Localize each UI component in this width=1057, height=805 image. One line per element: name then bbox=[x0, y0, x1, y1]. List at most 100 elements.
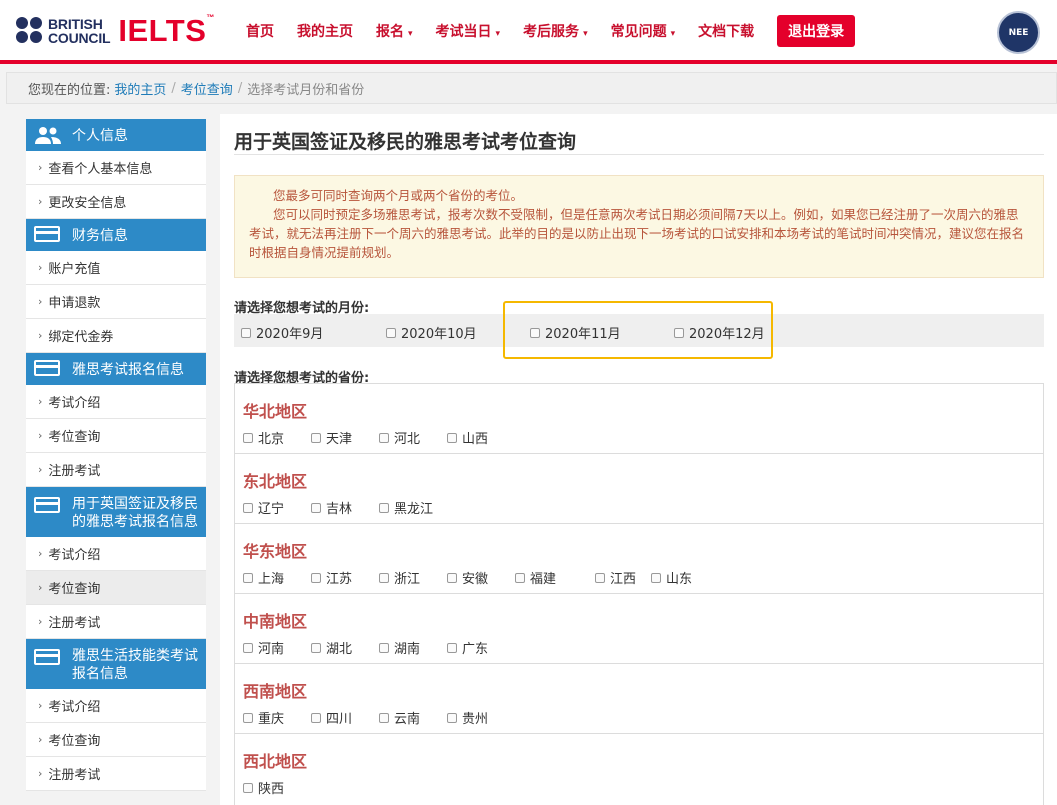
sidebar-section-header[interactable]: 用于英国签证及移民的雅思考试报名信息 bbox=[26, 487, 206, 537]
nav-item[interactable]: 首页 bbox=[246, 21, 274, 41]
province-option[interactable]: 重庆 bbox=[243, 708, 284, 727]
caret-down-icon: ▾ bbox=[583, 29, 588, 39]
caret-down-icon: ▾ bbox=[408, 29, 413, 39]
checkbox[interactable] bbox=[651, 572, 661, 583]
checkbox[interactable] bbox=[241, 327, 251, 338]
checkbox[interactable] bbox=[243, 572, 253, 583]
province-option[interactable]: 黑龙江 bbox=[379, 498, 433, 517]
checkbox[interactable] bbox=[595, 572, 605, 583]
nav-item[interactable]: 文档下载 bbox=[698, 21, 754, 41]
sidebar-item[interactable]: › 绑定代金券 bbox=[26, 319, 206, 353]
month-option[interactable]: 2020年10月 bbox=[386, 323, 477, 342]
sidebar-item-label: 注册考试 bbox=[48, 616, 101, 631]
checkbox[interactable] bbox=[243, 712, 253, 723]
checkbox[interactable] bbox=[447, 572, 457, 583]
caret-down-icon: ▾ bbox=[495, 29, 501, 39]
checkbox[interactable] bbox=[243, 432, 253, 443]
main-nav: 首页 我的主页 报名 ▾ 考试当日 ▾ 考后服务 ▾ 常见问题 ▾ 文档下载 退出登录 bbox=[246, 15, 856, 47]
region-group: 东北地区 辽宁 吉林 黑龙江 bbox=[235, 454, 1043, 524]
breadcrumb-link-home[interactable]: 我的主页 bbox=[114, 79, 166, 98]
province-option[interactable]: 湖北 bbox=[311, 638, 352, 657]
sidebar-item[interactable]: › 考位查询 bbox=[26, 419, 206, 453]
checkbox[interactable] bbox=[515, 572, 525, 583]
nav-item[interactable]: 我的主页 bbox=[297, 21, 353, 41]
province-option[interactable]: 广东 bbox=[447, 638, 488, 657]
breadcrumb-link-seat-query[interactable]: 考位查询 bbox=[181, 79, 233, 98]
province-option[interactable]: 北京 bbox=[243, 428, 284, 447]
checkbox[interactable] bbox=[386, 327, 396, 338]
sidebar-item[interactable]: › 注册考试 bbox=[26, 757, 206, 791]
sidebar-section-header[interactable]: 个人信息 bbox=[26, 119, 206, 151]
sidebar-item[interactable]: › 考位查询 bbox=[26, 723, 206, 757]
province-label: 安徽 bbox=[462, 572, 489, 587]
checkbox[interactable] bbox=[311, 712, 321, 723]
card-icon bbox=[34, 497, 62, 515]
checkbox[interactable] bbox=[379, 712, 389, 723]
sidebar-item[interactable]: › 查看个人基本信息 bbox=[26, 151, 206, 185]
sidebar-item[interactable]: › 注册考试 bbox=[26, 453, 206, 487]
sidebar-item-label: 申请退款 bbox=[48, 296, 101, 311]
sidebar-item[interactable]: › 更改安全信息 bbox=[26, 185, 206, 219]
checkbox[interactable] bbox=[447, 712, 457, 723]
province-option[interactable]: 河北 bbox=[379, 428, 420, 447]
checkbox[interactable] bbox=[243, 782, 253, 793]
checkbox[interactable] bbox=[311, 642, 321, 653]
province-option[interactable]: 湖南 bbox=[379, 638, 420, 657]
sidebar-item[interactable]: › 考试介绍 bbox=[26, 537, 206, 571]
sidebar-item[interactable]: › 考位查询 bbox=[26, 571, 206, 605]
chevron-right-icon: › bbox=[38, 161, 43, 174]
sidebar-item-label: 绑定代金券 bbox=[48, 330, 114, 345]
checkbox[interactable] bbox=[311, 502, 321, 513]
province-label: 浙江 bbox=[394, 572, 421, 587]
checkbox[interactable] bbox=[379, 432, 389, 443]
checkbox[interactable] bbox=[311, 432, 321, 443]
checkbox[interactable] bbox=[243, 642, 253, 653]
province-option[interactable]: 江苏 bbox=[311, 568, 352, 587]
site-logo[interactable]: BRITISH COUNCIL IELTS™ bbox=[16, 13, 215, 48]
checkbox[interactable] bbox=[447, 642, 457, 653]
nav-item[interactable]: 报名 ▾ bbox=[376, 21, 413, 41]
province-option[interactable]: 吉林 bbox=[311, 498, 352, 517]
nav-item-label: 报名 bbox=[376, 24, 404, 40]
sidebar-section-header[interactable]: 财务信息 bbox=[26, 219, 206, 251]
chevron-right-icon: › bbox=[38, 547, 43, 560]
checkbox[interactable] bbox=[311, 572, 321, 583]
sidebar-item[interactable]: › 注册考试 bbox=[26, 605, 206, 639]
chevron-right-icon: › bbox=[38, 581, 43, 594]
checkbox[interactable] bbox=[379, 502, 389, 513]
chevron-right-icon: › bbox=[38, 615, 43, 628]
checkbox[interactable] bbox=[447, 432, 457, 443]
province-option[interactable]: 辽宁 bbox=[243, 498, 284, 517]
sidebar-section-header[interactable]: 雅思生活技能类考试报名信息 bbox=[26, 639, 206, 689]
checkbox[interactable] bbox=[379, 572, 389, 583]
province-option[interactable]: 河南 bbox=[243, 638, 284, 657]
nav-item[interactable]: 常见问题 ▾ bbox=[611, 21, 676, 41]
province-option[interactable]: 天津 bbox=[311, 428, 352, 447]
checkbox[interactable] bbox=[243, 502, 253, 513]
nav-item[interactable]: 考后服务 ▾ bbox=[523, 21, 588, 41]
province-label: 北京 bbox=[258, 432, 285, 447]
chevron-right-icon: › bbox=[38, 395, 43, 408]
province-option[interactable]: 四川 bbox=[311, 708, 352, 727]
province-option[interactable]: 贵州 bbox=[447, 708, 488, 727]
province-option[interactable]: 江西 bbox=[595, 568, 636, 587]
sidebar-item[interactable]: › 考试介绍 bbox=[26, 385, 206, 419]
province-option[interactable]: 云南 bbox=[379, 708, 420, 727]
card-icon bbox=[34, 226, 62, 244]
province-option[interactable]: 上海 bbox=[243, 568, 284, 587]
province-option[interactable]: 山东 bbox=[651, 568, 692, 587]
sidebar-section-header[interactable]: 雅思考试报名信息 bbox=[26, 353, 206, 385]
nav-item[interactable]: 考试当日 ▾ bbox=[436, 21, 501, 41]
checkbox[interactable] bbox=[379, 642, 389, 653]
sidebar-item[interactable]: › 账户充值 bbox=[26, 251, 206, 285]
sidebar-item[interactable]: › 考试介绍 bbox=[26, 689, 206, 723]
province-option[interactable]: 福建 bbox=[515, 568, 556, 587]
province-option[interactable]: 山西 bbox=[447, 428, 488, 447]
sidebar-item[interactable]: › 申请退款 bbox=[26, 285, 206, 319]
province-option[interactable]: 陕西 bbox=[243, 778, 284, 797]
province-option[interactable]: 安徽 bbox=[447, 568, 488, 587]
province-option[interactable]: 浙江 bbox=[379, 568, 420, 587]
month-option[interactable]: 2020年9月 bbox=[241, 323, 323, 342]
logout-button[interactable]: 退出登录 bbox=[777, 15, 856, 47]
sidebar-item-label: 考位查询 bbox=[48, 734, 101, 749]
